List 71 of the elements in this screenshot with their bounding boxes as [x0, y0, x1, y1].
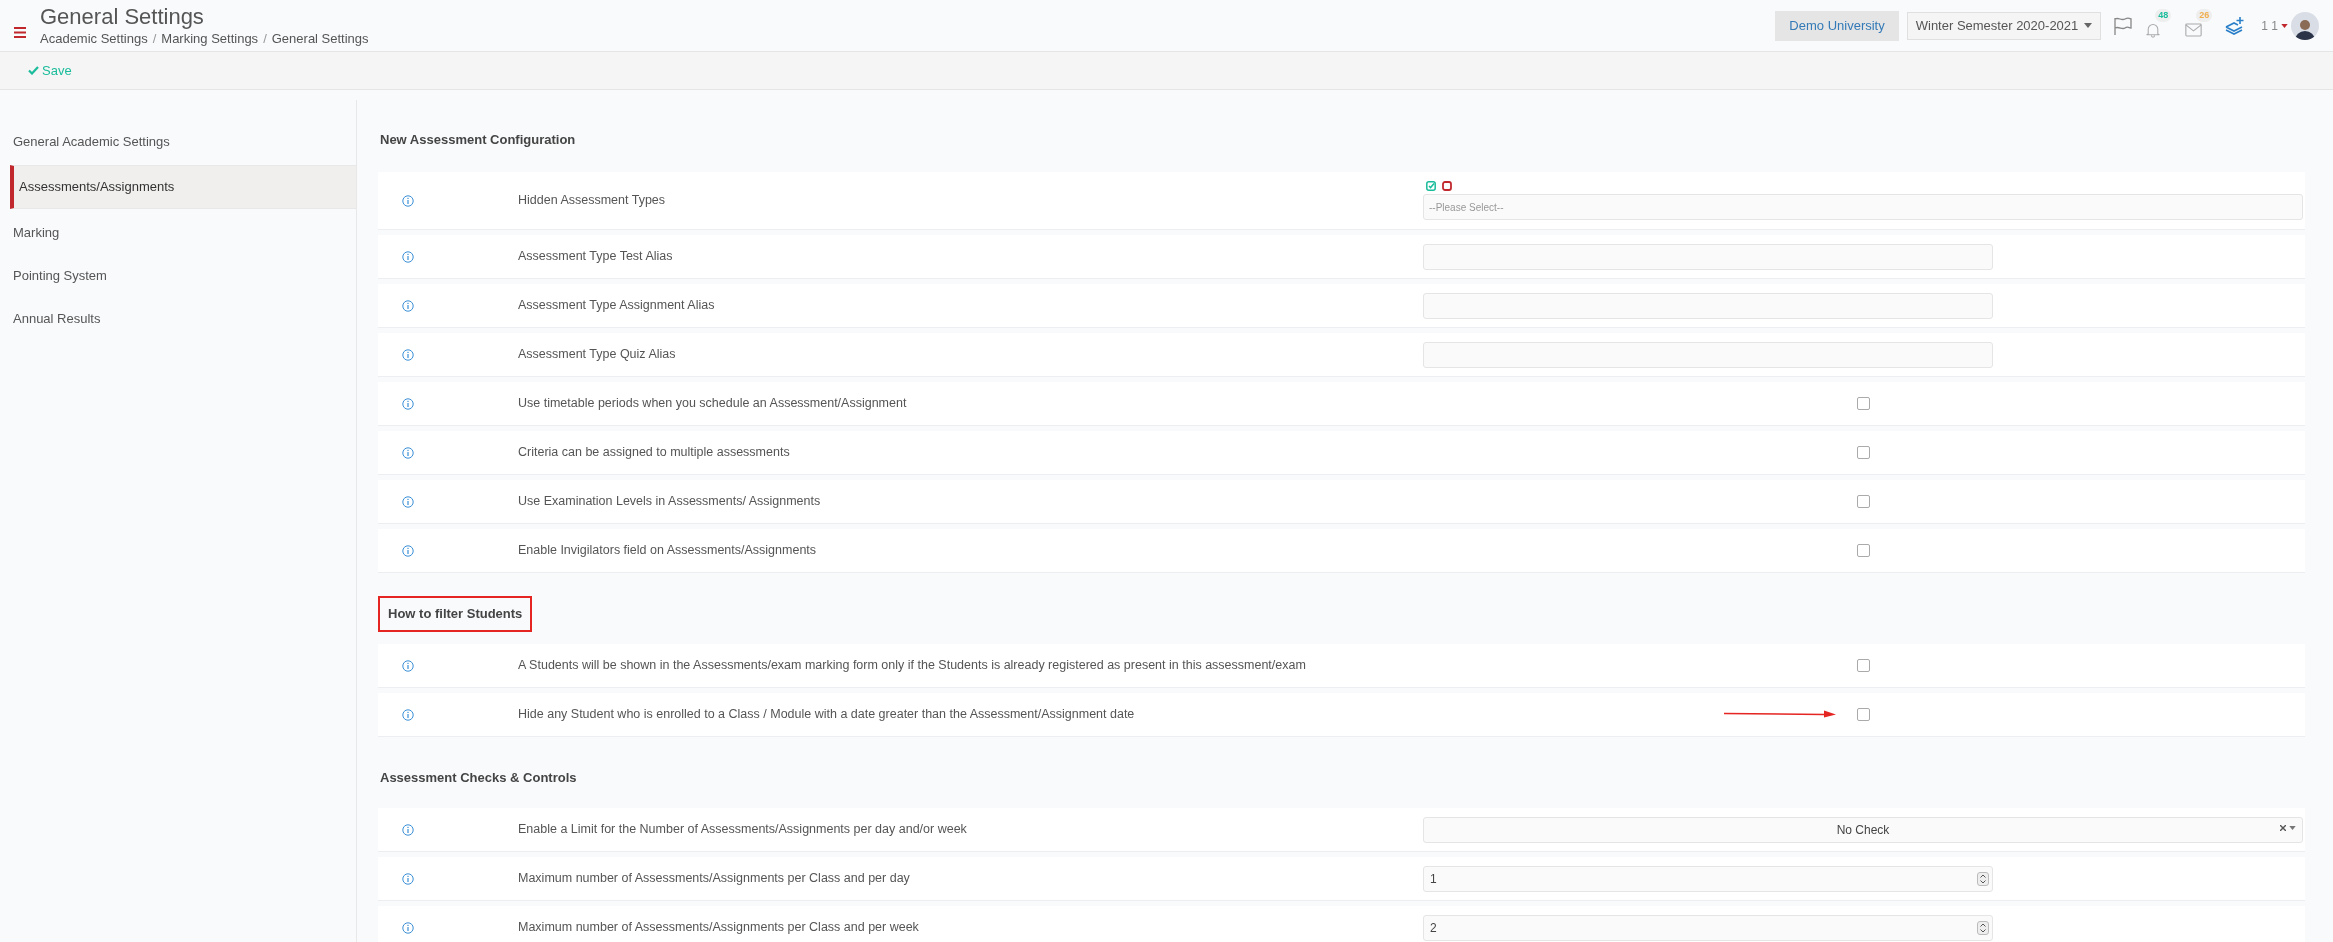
clear-icon[interactable]	[2280, 824, 2286, 831]
number-field[interactable]: 2	[1423, 914, 1993, 941]
caret-icon	[2084, 23, 2093, 28]
setting-label: Use Examination Levels in Assessments/ Assignments	[518, 493, 822, 511]
info-icon[interactable]	[402, 921, 414, 934]
checkbox[interactable]	[1856, 495, 1870, 508]
info-icon[interactable]	[402, 872, 414, 885]
setting-label: Use timetable periods when you schedule an Assessment/Assignment	[518, 395, 908, 413]
select-all-icon[interactable]	[1426, 181, 1436, 191]
setting-label: A Students will be shown in the Assessments/exam marking form only if the Students is already registered as present in this assessment/exam	[518, 657, 1307, 675]
info-icon[interactable]	[402, 446, 414, 459]
info-icon[interactable]	[402, 495, 414, 508]
check-icon	[28, 66, 39, 75]
setting-label: Hidden Assessment Types	[518, 192, 667, 210]
sidebar-item[interactable]: General Academic Settings	[10, 120, 356, 163]
sidebar-item[interactable]: Annual Results	[10, 297, 356, 340]
info-icon[interactable]	[402, 823, 414, 836]
checkbox[interactable]	[1856, 446, 1870, 459]
setting-label: Criteria can be assigned to multiple assessments	[518, 444, 791, 462]
section-heading: New Assessment Configuration	[379, 131, 577, 150]
breadcrumb-separator: /	[152, 29, 157, 48]
setting-label: Assessment Type Quiz Alias	[518, 346, 677, 364]
setting-label: Assessment Type Test Alias	[518, 248, 674, 266]
info-icon[interactable]	[402, 397, 414, 410]
breadcrumb-separator: /	[263, 29, 267, 48]
institution-button[interactable]: Demo University	[1775, 10, 1899, 41]
info-icon[interactable]	[402, 544, 414, 557]
breadcrumb-link[interactable]: Marking Settings	[161, 29, 259, 48]
setting-label: Hide any Student who is enrolled to a Class / Module with a date greater than the Assessment/Assignment date	[518, 706, 1136, 724]
spinner-icon[interactable]	[1977, 871, 1989, 886]
flag-icon[interactable]	[2113, 15, 2134, 36]
info-icon[interactable]	[402, 250, 414, 263]
caret-icon	[2281, 23, 2288, 28]
text-field[interactable]	[1423, 341, 1993, 368]
envelope-icon[interactable]	[2185, 22, 2203, 37]
info-icon[interactable]	[402, 659, 414, 672]
menu-icon[interactable]	[14, 27, 26, 38]
number-field[interactable]: 1	[1423, 865, 1993, 892]
sidebar-item[interactable]: Marking	[10, 211, 356, 254]
checkbox[interactable]	[1856, 708, 1870, 721]
checkbox[interactable]	[1856, 544, 1870, 557]
section-heading: How to filter Students	[378, 596, 533, 632]
select-field[interactable]: No Check	[1423, 816, 2303, 843]
setting-label: Enable a Limit for the Number of Assessments/Assignments per day and/or week	[518, 821, 968, 839]
setting-label: Maximum number of Assessments/Assignments per Class and per day	[518, 870, 911, 888]
sidebar-item[interactable]: Pointing System	[10, 254, 356, 297]
breadcrumb-link[interactable]: Academic Settings	[40, 29, 148, 48]
deselect-all-icon[interactable]	[1442, 181, 1452, 191]
bell-icon[interactable]	[2145, 21, 2162, 38]
info-icon[interactable]	[402, 194, 414, 207]
checkbox[interactable]	[1856, 659, 1870, 672]
layers-plus-icon[interactable]	[2225, 15, 2246, 36]
info-icon[interactable]	[402, 348, 414, 361]
page-title: General Settings	[40, 3, 205, 30]
setting-label: Maximum number of Assessments/Assignments per Class and per week	[518, 919, 920, 937]
avatar[interactable]	[2291, 11, 2319, 40]
notification-badge: 48	[2155, 8, 2172, 22]
checkbox[interactable]	[1856, 397, 1870, 410]
info-icon[interactable]	[402, 708, 414, 721]
caret-icon	[2289, 825, 2296, 830]
breadcrumb-link[interactable]: General Settings	[271, 29, 369, 48]
text-field[interactable]	[1423, 292, 1993, 319]
message-badge: 26	[2196, 8, 2213, 22]
text-field[interactable]	[1423, 243, 1993, 270]
spinner-icon[interactable]	[1977, 920, 1989, 935]
setting-label: Assessment Type Assignment Alias	[518, 297, 716, 315]
info-icon[interactable]	[402, 299, 414, 312]
sidebar-item[interactable]: Assessments/Assignments	[10, 165, 356, 209]
setting-label: Enable Invigilators field on Assessments/Assignments	[518, 542, 818, 560]
section-heading: Assessment Checks & Controls	[379, 769, 578, 788]
semester-dropdown[interactable]: Winter Semester 2020-2021	[1906, 11, 2102, 40]
